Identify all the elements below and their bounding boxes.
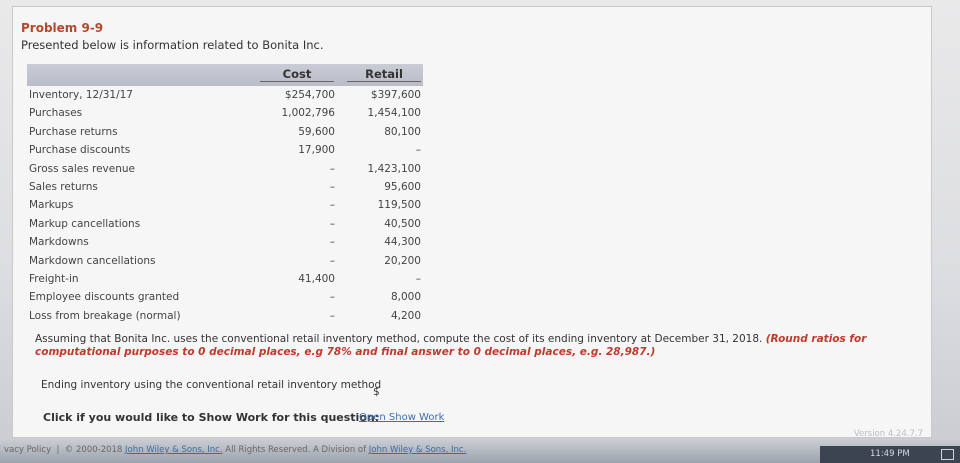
row-label: Markup cancellations [29, 217, 141, 230]
row-retail: 119,500 [377, 199, 421, 212]
row-cost: – [329, 162, 335, 175]
row-cost: – [329, 291, 335, 304]
notification-icon[interactable] [941, 449, 954, 460]
row-cost: 59,600 [298, 125, 335, 138]
row-cost: 17,900 [298, 144, 335, 157]
question-panel: Problem 9-9 Presented below is informati… [12, 6, 932, 439]
row-cost: 41,400 [298, 272, 335, 285]
ending-inventory-input[interactable] [383, 383, 457, 399]
ending-inventory-label: Ending inventory using the conventional … [41, 379, 382, 391]
problem-title: Problem 9-9 [21, 21, 104, 35]
table-row: Purchase discounts 17,900 – [27, 141, 423, 159]
company-link[interactable]: John Wiley & Sons, Inc. [125, 445, 223, 455]
row-cost: – [329, 217, 335, 230]
row-label: Purchases [29, 107, 83, 120]
row-retail: 1,423,100 [367, 162, 421, 175]
problem-intro: Presented below is information related t… [21, 38, 324, 52]
open-show-work-link[interactable]: Open Show Work [359, 412, 444, 423]
data-table: Cost Retail Inventory, 12/31/17 $254,700 $… [27, 64, 423, 325]
table-header: Cost Retail [27, 64, 423, 86]
row-retail: 95,600 [384, 180, 421, 193]
row-cost: – [329, 254, 335, 267]
row-retail: – [415, 144, 421, 157]
question-text: Assuming that Bonita Inc. uses the conve… [35, 333, 915, 359]
row-label: Markups [29, 199, 74, 212]
taskbar-clock: 11:49 PM [870, 449, 910, 459]
row-retail: 40,500 [384, 217, 421, 230]
table-row: Gross sales revenue – 1,423,100 [27, 160, 423, 178]
row-retail: 44,300 [384, 236, 421, 249]
row-label: Purchase returns [29, 125, 118, 138]
row-retail: 1,454,100 [367, 107, 421, 120]
table-row: Employee discounts granted – 8,000 [27, 288, 423, 306]
table-row: Purchase returns 59,600 80,100 [27, 123, 423, 141]
screen: Problem 9-9 Presented below is informati… [0, 0, 960, 463]
table-row: Sales returns – 95,600 [27, 178, 423, 196]
row-label: Markdown cancellations [29, 254, 156, 267]
row-label: Loss from breakage (normal) [29, 309, 181, 322]
row-retail: 8,000 [390, 291, 421, 304]
retail-column-header: Retail [347, 67, 421, 82]
row-label: Employee discounts granted [29, 291, 180, 304]
table-body: Inventory, 12/31/17 $254,700 $397,600 Purch… [27, 86, 423, 325]
taskbar: 11:49 PM [820, 446, 960, 463]
cost-column-header: Cost [260, 67, 334, 82]
row-retail: $397,600 [370, 89, 421, 101]
table-row: Freight-in 41,400 – [27, 270, 423, 288]
question-main: Assuming that Bonita Inc. uses the conve… [35, 333, 763, 345]
currency-symbol: $ [373, 386, 380, 398]
company-link-2[interactable]: John Wiley & Sons, Inc. [369, 445, 467, 455]
rights-text: All Rights Reserved. A Division of [225, 445, 367, 455]
table-row: Markdown cancellations – 20,200 [27, 252, 423, 270]
page-footer: vacy Policy | © 2000-2018 John Wiley & S… [0, 440, 960, 463]
row-cost: 1,002,796 [281, 107, 335, 120]
table-row: Purchases 1,002,796 1,454,100 [27, 104, 423, 122]
table-row: Markup cancellations – 40,500 [27, 215, 423, 233]
privacy-policy-link[interactable]: vacy Policy [4, 445, 51, 455]
row-retail: 80,100 [384, 125, 421, 138]
row-retail: 4,200 [390, 309, 421, 322]
table-row: Inventory, 12/31/17 $254,700 $397,600 [27, 86, 423, 104]
row-label: Markdowns [29, 236, 89, 249]
row-cost: – [329, 309, 335, 322]
row-label: Inventory, 12/31/17 [29, 89, 133, 101]
row-cost: – [329, 236, 335, 249]
version-label: Version 4.24.7.7 [853, 429, 923, 439]
row-label: Purchase discounts [29, 144, 131, 157]
table-row: Markdowns – 44,300 [27, 233, 423, 251]
table-row: Loss from breakage (normal) – 4,200 [27, 307, 423, 325]
row-retail: – [415, 272, 421, 285]
show-work-label: Click if you would like to Show Work for… [43, 411, 380, 424]
row-label: Sales returns [29, 180, 98, 193]
footer-separator: | [56, 445, 60, 455]
copyright-text: © 2000-2018 [64, 445, 123, 455]
row-cost: $254,700 [284, 89, 335, 101]
row-label: Gross sales revenue [29, 162, 136, 175]
row-cost: – [329, 180, 335, 193]
footer-text: vacy Policy | © 2000-2018 John Wiley & S… [4, 445, 466, 455]
table-row: Markups – 119,500 [27, 196, 423, 214]
row-retail: 20,200 [384, 254, 421, 267]
row-label: Freight-in [29, 272, 79, 285]
row-cost: – [329, 199, 335, 212]
